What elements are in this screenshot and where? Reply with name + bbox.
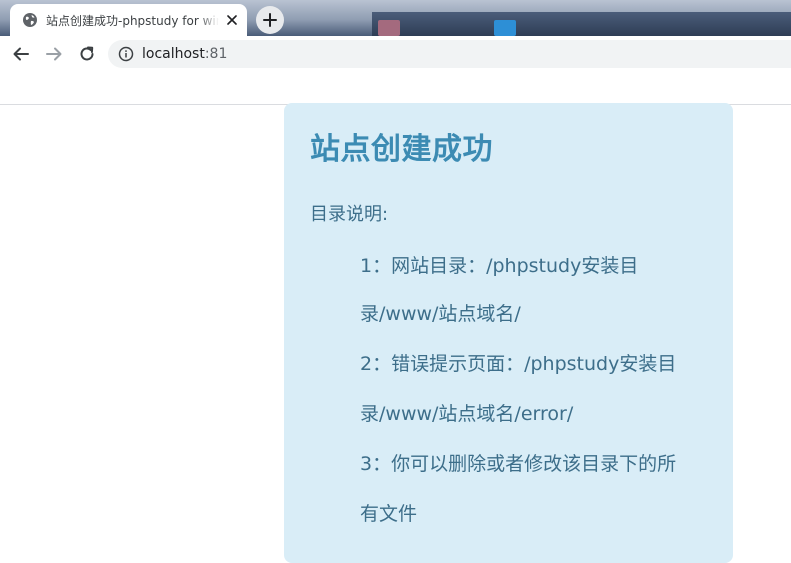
background-window-thumbnail [494, 20, 516, 36]
url-port: :81 [204, 46, 228, 62]
url-host: localhost [142, 46, 205, 62]
arrow-right-icon [46, 47, 62, 61]
directory-line: 录/www/站点域名/error/ [360, 403, 574, 425]
close-tab-icon[interactable] [225, 13, 239, 27]
info-icon[interactable] [118, 46, 134, 62]
directory-line: 2：错误提示页面：/phpstudy安装目 [360, 353, 677, 375]
tab-strip: 站点创建成功-phpstudy for windows [0, 0, 791, 36]
arrow-left-icon [13, 47, 29, 61]
directory-line: 有文件 [360, 503, 418, 525]
reload-icon [80, 46, 94, 61]
browser-toolbar: localhost:81 [0, 36, 791, 72]
url-text[interactable]: localhost:81 [142, 46, 227, 62]
directory-line: 录/www/站点域名/ [360, 303, 521, 325]
success-card: 站点创建成功 目录说明: 1：网站目录：/phpstudy安装目 录/www/站… [284, 103, 733, 563]
globe-icon [22, 12, 38, 28]
background-window-thumbnail [378, 20, 400, 36]
page-title: 站点创建成功 [310, 132, 493, 167]
reload-button[interactable] [75, 42, 99, 66]
plus-icon [263, 13, 277, 27]
directory-line: 3：你可以删除或者修改该目录下的所 [360, 453, 677, 475]
address-bar[interactable]: localhost:81 [108, 40, 791, 68]
directory-intro: 目录说明: [310, 204, 389, 225]
tab-strip-background [372, 12, 791, 36]
new-tab-button[interactable] [256, 6, 284, 34]
tab-active[interactable]: 站点创建成功-phpstudy for windows [10, 4, 247, 36]
forward-button[interactable] [42, 42, 66, 66]
directory-line: 1：网站目录：/phpstudy安装目 [360, 255, 639, 277]
tab-title: 站点创建成功-phpstudy for windows [46, 13, 219, 28]
back-button[interactable] [9, 42, 33, 66]
